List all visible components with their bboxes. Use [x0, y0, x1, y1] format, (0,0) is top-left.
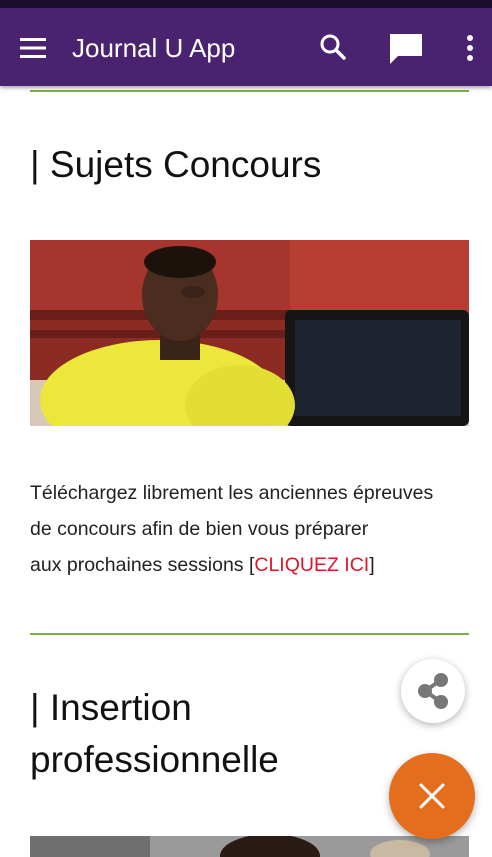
chat-button[interactable]: [386, 28, 426, 68]
description-line-1: Téléchargez librement les anciennes épre…: [30, 482, 434, 504]
page-content: | Sujets Concours Téléchargez librement …: [0, 86, 492, 857]
heading-line-1: | Insertion: [30, 687, 192, 728]
sujets-concours-description: Téléchargez librement les anciennes épre…: [30, 475, 480, 583]
section-heading-insertion-professionnelle: | Insertion professionnelle: [30, 682, 279, 786]
cliquez-ici-link[interactable]: CLIQUEZ ICI: [254, 554, 369, 576]
professional-photo: [30, 836, 469, 857]
heading-line-2: professionnelle: [30, 739, 279, 780]
share-icon: [418, 673, 448, 709]
description-line-3: aux prochaines sessions [: [30, 554, 255, 576]
section-heading-sujets-concours: | Sujets Concours: [30, 144, 322, 185]
menu-button[interactable]: [18, 33, 48, 63]
chat-icon: [390, 34, 422, 64]
search-button[interactable]: [316, 30, 350, 64]
description-closing-bracket: ]: [369, 554, 375, 576]
student-at-computer-photo: [30, 240, 469, 426]
app-bar: Journal U App: [0, 8, 492, 86]
section-divider: [30, 90, 469, 92]
search-icon: [320, 34, 346, 60]
close-button[interactable]: [389, 753, 475, 839]
menu-icon: [20, 38, 46, 58]
more-options-button[interactable]: [458, 30, 482, 66]
share-button[interactable]: [401, 659, 465, 723]
more-vertical-icon: [467, 35, 473, 61]
description-line-2: de concours afin de bien vous préparer: [30, 518, 369, 540]
status-bar: [0, 0, 492, 8]
close-icon: [419, 783, 445, 809]
app-title: Journal U App: [72, 33, 236, 63]
section-divider: [30, 633, 469, 635]
